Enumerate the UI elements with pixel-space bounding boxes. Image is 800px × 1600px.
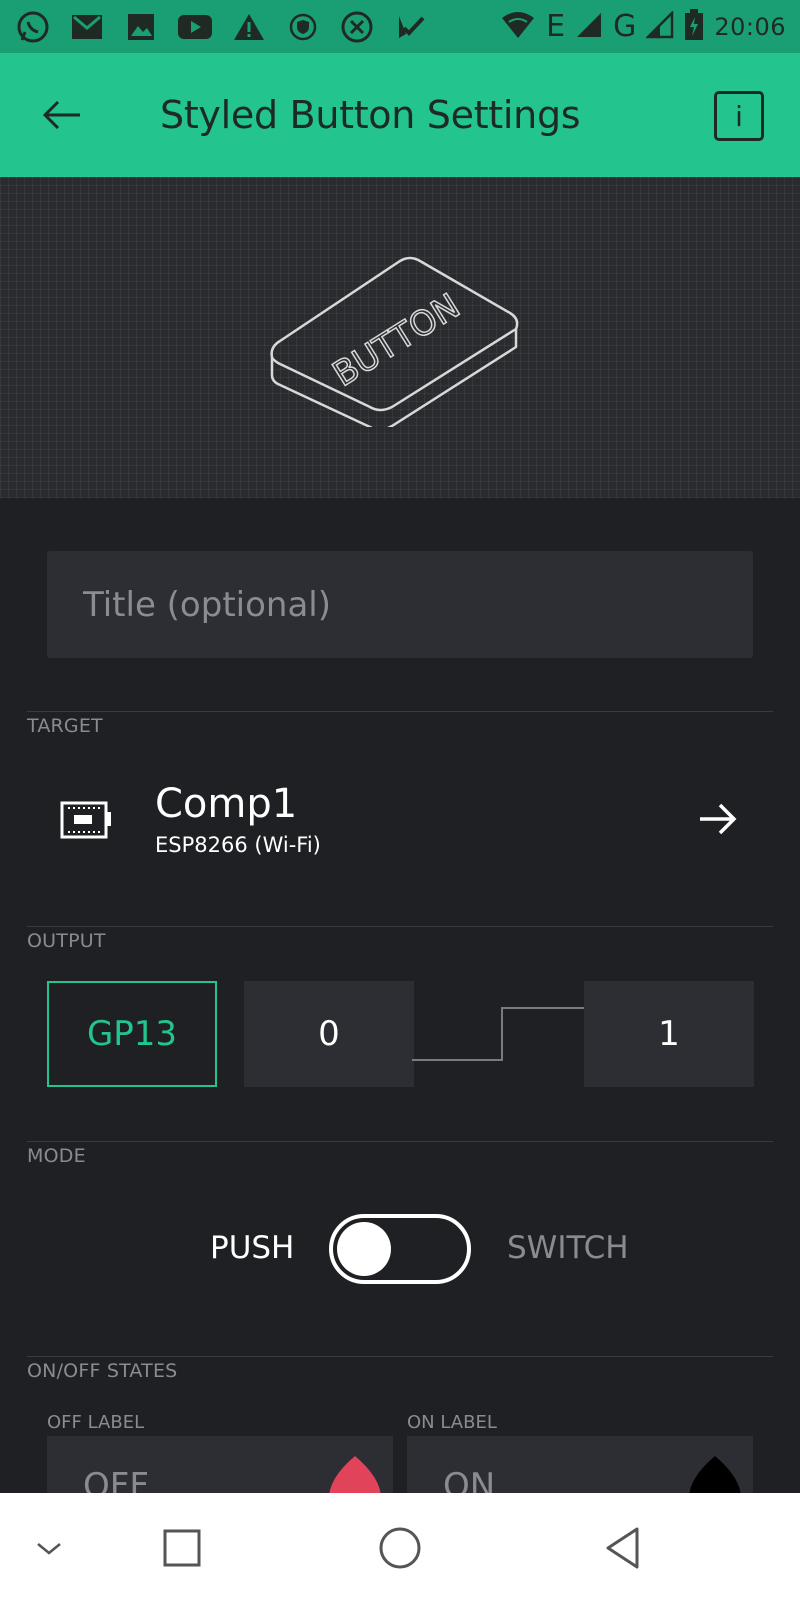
warning-icon xyxy=(230,8,268,46)
mode-push-label[interactable]: PUSH xyxy=(210,1230,294,1266)
battery-icon xyxy=(684,8,704,45)
on-off-states-section-label: ON/OFF STATES xyxy=(27,1360,178,1382)
status-bar: E G 20:06 xyxy=(0,0,800,53)
device-type: ESP8266 (Wi-Fi) xyxy=(155,833,321,857)
mode-section-label: MODE xyxy=(27,1145,86,1167)
info-icon: i xyxy=(735,99,743,133)
back-button[interactable] xyxy=(0,53,124,177)
output-section-label: OUTPUT xyxy=(27,930,106,952)
target-device-row[interactable]: Comp1 ESP8266 (Wi-Fi) xyxy=(0,755,800,885)
notification-icons xyxy=(14,8,430,46)
chevron-down-icon xyxy=(37,1543,61,1555)
gallery-icon xyxy=(122,8,160,46)
output-low-value-field[interactable]: 0 xyxy=(244,981,414,1087)
signal-roaming-icon xyxy=(645,9,674,43)
cancel-icon xyxy=(338,8,376,46)
target-device-info: Comp1 ESP8266 (Wi-Fi) xyxy=(155,781,321,857)
off-label-caption: OFF LABEL xyxy=(47,1412,145,1433)
nav-recents-button[interactable] xyxy=(157,1523,207,1573)
nav-home-button[interactable] xyxy=(375,1523,425,1573)
arrow-left-icon xyxy=(42,100,80,130)
app-bar: Styled Button Settings i xyxy=(0,53,800,177)
toggle-knob xyxy=(337,1222,391,1276)
triangle-back-icon xyxy=(606,1527,639,1569)
output-signal-graph xyxy=(412,1007,584,1061)
mode-selector: PUSH SWITCH xyxy=(0,1212,800,1284)
whatsapp-icon xyxy=(14,8,52,46)
info-button[interactable]: i xyxy=(714,91,764,141)
divider xyxy=(27,1356,773,1357)
device-chip-icon xyxy=(60,801,111,839)
widget-preview: BUTTON xyxy=(0,177,800,498)
mode-toggle[interactable] xyxy=(329,1214,471,1284)
square-icon xyxy=(163,1529,201,1567)
page-title: Styled Button Settings xyxy=(160,93,581,137)
wifi-icon xyxy=(500,10,536,44)
youtube-icon xyxy=(176,8,214,46)
divider xyxy=(27,926,773,927)
output-low-value: 0 xyxy=(318,1014,340,1054)
clock: 20:06 xyxy=(714,12,786,41)
nav-collapse-button[interactable] xyxy=(24,1523,74,1573)
system-icons: E G 20:06 xyxy=(500,8,786,45)
output-pin-selector[interactable]: GP13 xyxy=(47,981,217,1087)
title-input[interactable] xyxy=(47,551,753,658)
system-nav-bar xyxy=(0,1493,800,1600)
device-name: Comp1 xyxy=(155,781,298,827)
on-label-caption: ON LABEL xyxy=(407,1412,497,1433)
network-type-g: G xyxy=(613,8,637,44)
output-high-value: 1 xyxy=(658,1014,680,1054)
shield-icon xyxy=(284,8,322,46)
nav-back-button[interactable] xyxy=(598,1523,648,1573)
output-pin-value: GP13 xyxy=(86,1014,178,1054)
check-icon xyxy=(392,8,430,46)
button-widget-label: BUTTON xyxy=(326,286,467,395)
button-widget-illustration: BUTTON xyxy=(270,256,519,427)
network-type-e: E xyxy=(546,8,566,44)
divider xyxy=(27,1141,773,1142)
signal-icon xyxy=(575,11,603,43)
gmail-icon xyxy=(68,8,106,46)
divider xyxy=(27,711,773,712)
arrow-right-icon xyxy=(700,803,737,835)
circle-icon xyxy=(379,1527,421,1569)
output-high-value-field[interactable]: 1 xyxy=(584,981,754,1087)
mode-switch-label[interactable]: SWITCH xyxy=(507,1230,629,1266)
target-section-label: TARGET xyxy=(27,715,103,737)
